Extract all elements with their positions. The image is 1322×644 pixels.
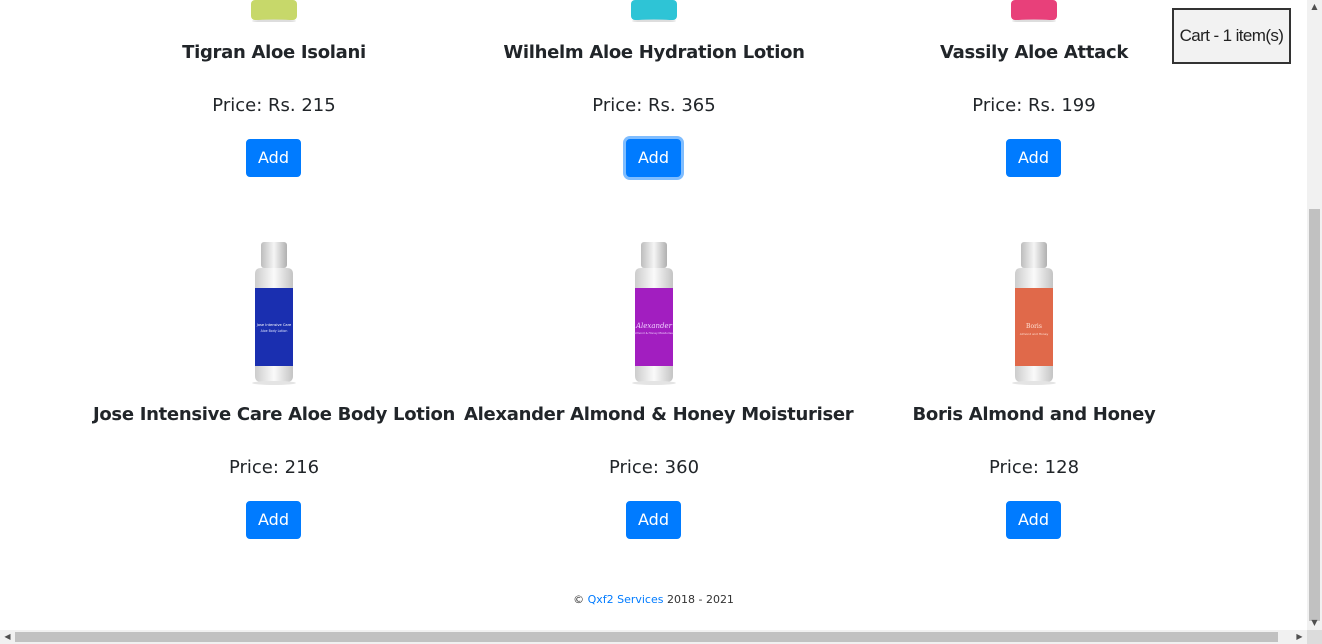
svg-text:Almond and Honey: Almond and Honey (1020, 332, 1049, 336)
svg-text:Aloe Body Lotion: Aloe Body Lotion (261, 329, 288, 333)
product-price: Price: 216 (228, 457, 320, 478)
svg-text:Alexander: Alexander (635, 322, 673, 330)
add-to-cart-button[interactable]: Add (626, 501, 681, 539)
product-bottle-image (251, 0, 297, 22)
add-to-cart-button[interactable]: Add (246, 501, 301, 539)
scroll-up-icon[interactable]: ▲ (1307, 0, 1322, 14)
product-name: Tigran Aloe Isolani (182, 42, 366, 63)
copyright-symbol: © (573, 593, 585, 606)
add-to-cart-button[interactable]: Add (626, 139, 681, 177)
vertical-scroll-thumb[interactable] (1309, 209, 1320, 621)
scroll-right-icon[interactable]: ▶ (1292, 630, 1307, 644)
product-name: Wilhelm Aloe Hydration Lotion (503, 42, 805, 63)
product-price: Price: Rs. 365 (592, 95, 716, 116)
product-name: Boris Almond and Honey (912, 404, 1156, 425)
footer-link[interactable]: Qxf2 Services (588, 593, 664, 606)
product-bottle-image: Jose Intensive Care Aloe Body Lotion (252, 242, 296, 385)
scrollbar-corner (1307, 630, 1322, 644)
cart-button[interactable]: Cart - 1 item(s) (1172, 8, 1291, 64)
add-to-cart-button[interactable]: Add (246, 139, 301, 177)
footer: © Qxf2 Services 2018 - 2021 (0, 593, 1307, 606)
product-price: Price: 128 (988, 457, 1080, 478)
svg-text:Jose Intensive Care: Jose Intensive Care (256, 323, 292, 327)
svg-text:Boris: Boris (1026, 323, 1042, 330)
svg-text:Almond & Honey Moisturiser: Almond & Honey Moisturiser (634, 331, 675, 335)
product-price: Price: 360 (608, 457, 700, 478)
scroll-left-icon[interactable]: ◀ (0, 630, 15, 644)
add-to-cart-button[interactable]: Add (1006, 139, 1061, 177)
product-page: Tigran Aloe Isolani Price: Rs. 215 Add W… (0, 0, 1307, 630)
product-price: Price: Rs. 199 (972, 95, 1096, 116)
product-bottle-image: Boris Almond and Honey (1012, 242, 1056, 385)
product-price: Price: Rs. 215 (212, 95, 336, 116)
product-bottle-image: Alexander Almond & Honey Moisturiser (632, 242, 676, 385)
add-to-cart-button[interactable]: Add (1006, 501, 1061, 539)
product-name: Alexander Almond & Honey Moisturiser (464, 404, 854, 425)
product-name: Vassily Aloe Attack (939, 42, 1129, 63)
footer-years: 2018 - 2021 (666, 593, 734, 606)
product-bottle-image (631, 0, 677, 22)
horizontal-scroll-thumb[interactable] (15, 632, 1278, 642)
product-bottle-image (1011, 0, 1057, 22)
scroll-down-icon[interactable]: ▼ (1307, 616, 1322, 630)
product-name: Jose Intensive Care Aloe Body Lotion (92, 404, 456, 425)
